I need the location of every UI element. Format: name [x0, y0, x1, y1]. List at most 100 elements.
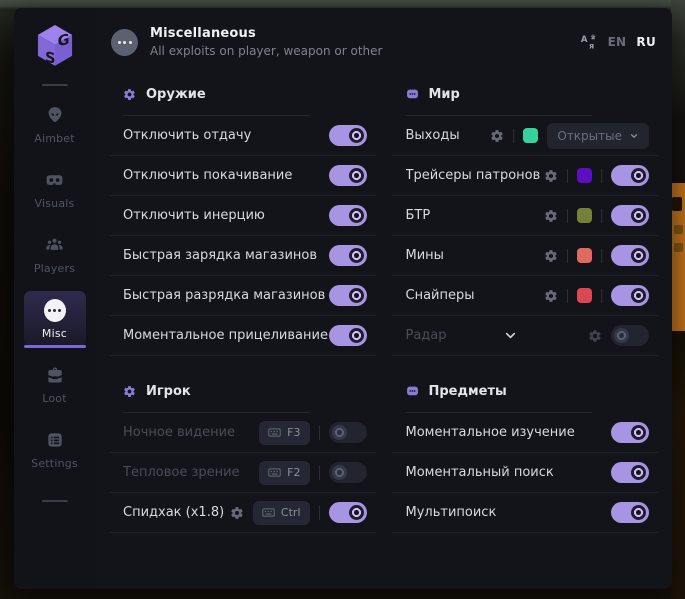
toggle-radar[interactable]: [611, 325, 649, 346]
app-logo: S G: [33, 20, 77, 72]
color-swatch[interactable]: [577, 288, 592, 303]
color-swatch[interactable]: [577, 208, 592, 223]
row-label: Быстрая зарядка магазинов: [123, 248, 329, 263]
color-swatch[interactable]: [577, 168, 592, 183]
gear-icon[interactable]: [544, 249, 558, 263]
row-thermal-vision: Тепловое зрение F2: [109, 453, 376, 493]
sidebar-item-label: Settings: [31, 457, 78, 470]
sidebar-item-players[interactable]: Players: [24, 226, 86, 282]
color-swatch[interactable]: [523, 128, 538, 143]
toggle-fast-unload[interactable]: [329, 285, 367, 306]
gear-icon[interactable]: [230, 506, 244, 520]
main-panel: Miscellaneous All exploits on player, we…: [95, 8, 672, 589]
row-label: Трейсеры патронов: [406, 168, 545, 183]
hotkey-label: Ctrl: [281, 506, 301, 519]
cheat-menu-window: S G Aimbet: [14, 8, 672, 589]
sidebar: S G Aimbet: [14, 8, 95, 589]
toggle-night-vision[interactable]: [329, 422, 367, 443]
sidebar-item-misc[interactable]: Misc: [24, 291, 86, 347]
sidebar-divider-top: [42, 84, 68, 86]
gear-icon[interactable]: [490, 129, 504, 143]
control-divider: [601, 169, 602, 183]
chevron-down-icon: [629, 131, 639, 141]
row-no-recoil: Отключить отдачу: [109, 116, 376, 156]
lang-ru-button[interactable]: RU: [636, 35, 656, 49]
row-instant-research: Моментальное изучение: [392, 413, 659, 453]
sidebar-item-aimbet[interactable]: Aimbet: [24, 96, 86, 152]
section-weapon: Оружие Отключить отдачу Отключить покачи…: [109, 84, 376, 356]
toggle-no-sway[interactable]: [329, 165, 367, 186]
toggle-no-inertia[interactable]: [329, 205, 367, 226]
toggle-thermal-vision[interactable]: [329, 462, 367, 483]
toggle-instant-ads[interactable]: [329, 325, 367, 346]
sidebar-item-label: Aimbet: [34, 132, 75, 145]
hotkey-badge[interactable]: Ctrl: [253, 501, 310, 525]
hotkey-badge[interactable]: F3: [259, 421, 309, 445]
section-title: Мир: [429, 87, 460, 102]
control-divider: [319, 466, 320, 480]
chat-dots-icon: [406, 385, 419, 398]
control-divider: [601, 249, 602, 263]
sidebar-item-settings[interactable]: Settings: [24, 421, 86, 477]
toggle-fast-reload[interactable]: [329, 245, 367, 266]
row-label: Радар: [406, 328, 447, 343]
toggle-btr[interactable]: [611, 205, 649, 226]
gear-icon[interactable]: [588, 329, 602, 343]
row-night-vision: Ночное видение F3: [109, 413, 376, 453]
sidebar-item-label: Players: [34, 262, 75, 275]
row-fast-reload: Быстрая зарядка магазинов: [109, 236, 376, 276]
control-divider: [601, 289, 602, 303]
gear-icon: [123, 385, 136, 398]
color-swatch[interactable]: [577, 248, 592, 263]
section-items-header: Предметы: [392, 381, 659, 401]
row-label: БТР: [406, 208, 545, 223]
row-label: Моментальное прицеливание: [123, 328, 329, 343]
gear-icon[interactable]: [544, 289, 558, 303]
row-label: Ночное видение: [123, 425, 259, 440]
row-label: Отключить отдачу: [123, 128, 329, 143]
sidebar-item-label: Misc: [42, 327, 67, 340]
control-divider: [567, 169, 568, 183]
toggle-mines[interactable]: [611, 245, 649, 266]
toggle-ammo-tracers[interactable]: [611, 165, 649, 186]
hotkey-badge[interactable]: F2: [259, 461, 309, 485]
sidebar-item-loot[interactable]: Loot: [24, 356, 86, 412]
section-weapon-header: Оружие: [109, 84, 376, 104]
content: Оружие Отключить отдачу Отключить покачи…: [95, 68, 672, 589]
section-world: Мир Выходы Открытые: [392, 84, 659, 356]
chevron-down-icon[interactable]: [503, 328, 588, 343]
row-snipers: Снайперы: [392, 276, 659, 316]
control-divider: [567, 209, 568, 223]
row-label: Снайперы: [406, 288, 545, 303]
row-fast-unload: Быстрая разрядка магазинов: [109, 276, 376, 316]
row-ammo-tracers: Трейсеры патронов: [392, 156, 659, 196]
row-instant-ads: Моментальное прицеливание: [109, 316, 376, 356]
dropdown-value: Открытые: [557, 129, 622, 143]
left-column: Оружие Отключить отдачу Отключить покачи…: [109, 84, 376, 589]
page-ellipsis-icon: [111, 29, 138, 56]
row-label: Быстрая разрядка магазинов: [123, 288, 329, 303]
toggle-instant-loot[interactable]: [611, 462, 649, 483]
svg-text:я: я: [589, 40, 594, 50]
gear-icon[interactable]: [544, 209, 558, 223]
exits-dropdown[interactable]: Открытые: [547, 123, 649, 149]
toggle-multi-loot[interactable]: [611, 502, 649, 523]
row-label: Тепловое зрение: [123, 465, 259, 480]
toggle-instant-research[interactable]: [611, 422, 649, 443]
toggle-no-recoil[interactable]: [329, 125, 367, 146]
list-icon: [44, 429, 66, 451]
background-game-sign: [672, 183, 685, 331]
page-subtitle: All exploits on player, weapon or other: [150, 44, 580, 58]
right-column: Мир Выходы Открытые: [392, 84, 659, 589]
hotkey-label: F2: [287, 466, 300, 479]
row-label: Спидхак (x1.8): [123, 505, 230, 520]
gear-icon[interactable]: [544, 169, 558, 183]
row-radar: Радар: [392, 316, 659, 356]
sidebar-item-visuals[interactable]: Visuals: [24, 161, 86, 217]
lang-en-button[interactable]: EN: [608, 35, 627, 49]
hotkey-label: F3: [287, 426, 300, 439]
toggle-snipers[interactable]: [611, 285, 649, 306]
row-mines: Мины: [392, 236, 659, 276]
toggle-speedhack[interactable]: [329, 502, 367, 523]
row-exits: Выходы Открытые: [392, 116, 659, 156]
